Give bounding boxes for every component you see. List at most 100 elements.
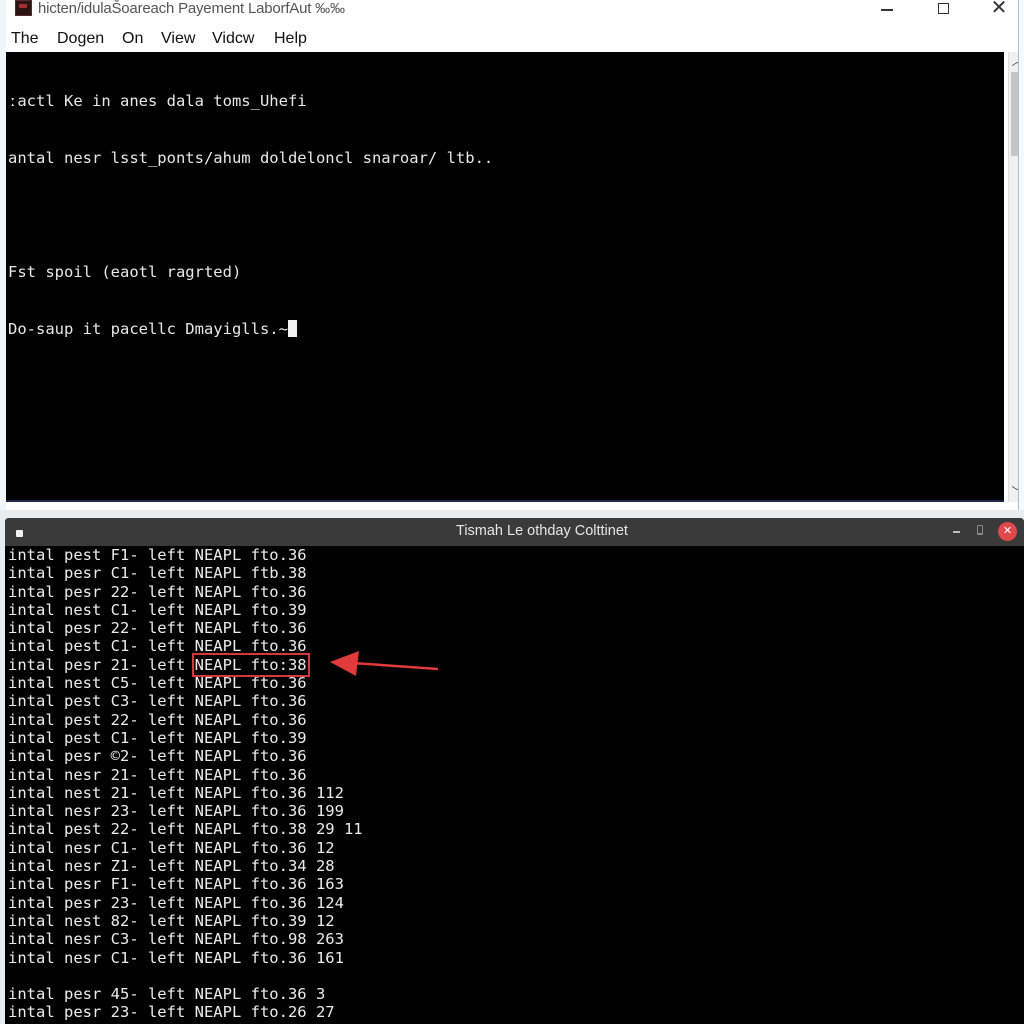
row-prefix: intal pest C1- left [8, 637, 195, 656]
close-icon[interactable]: ✕ [998, 522, 1017, 541]
row-value: NEAPL fto.36 [194, 893, 307, 912]
row-value: NEAPL fto.36 [194, 948, 307, 967]
terminal-row: intal pesr 45- left NEAPL fto.36 3 [8, 985, 1024, 1003]
terminal-row: intal pest 22- left NEAPL fto.36 [8, 711, 1024, 729]
row-count: 112 [306, 783, 344, 802]
row-value: NEAPL fto.36 [194, 838, 307, 857]
highlighted-value: NEAPL fto:38 [191, 652, 310, 677]
arrow-shaft [352, 661, 439, 671]
row-value: NEAPL fto.36 [194, 747, 307, 766]
row-value: NEAPL fto.36 [194, 710, 307, 729]
row-prefix: intal nesr Z1- left [8, 857, 195, 876]
row-value: NEAPL fto.36 [194, 637, 307, 656]
row-value: NEAPL fto.36 [194, 619, 307, 638]
row-count: 161 [306, 948, 344, 967]
row-value: NEAPL fto.36 [194, 765, 307, 784]
terminal-row: intal nest 82- left NEAPL fto.39 12 [8, 912, 1024, 930]
minimize-icon [881, 9, 893, 11]
row-prefix: intal nest C1- left [8, 600, 195, 619]
row-prefix: intal nesr 21- left [8, 765, 195, 784]
row-prefix: intal nesr C1- left [8, 948, 195, 967]
console-output[interactable]: ːactl Ke in anes dala toms_Uhefi antal n… [6, 52, 1004, 502]
terminal-row: intal pesr 22- left NEAPL fto.36 [8, 619, 1024, 637]
row-count: 263 [306, 930, 344, 949]
row-count: 199 [306, 802, 344, 821]
row-prefix: intal pesr 23- left [8, 893, 195, 912]
menu-item-dogen[interactable]: Dogen [57, 30, 104, 48]
row-prefix: intal pesr C1- left [8, 564, 195, 583]
minimize-icon[interactable] [953, 531, 960, 533]
row-count: 12 [306, 911, 335, 930]
row-prefix: intal nest 82- left [8, 911, 195, 930]
row-value: NEAPL fto.36 [194, 875, 307, 894]
row-value: NEAPL fto.36 [194, 546, 307, 564]
menu-item-vidcw[interactable]: Vidcw [212, 30, 254, 48]
title-bar[interactable]: Tismah Le othday Colttinet ✕ [5, 518, 1024, 546]
row-prefix: intal pest C3- left [8, 692, 195, 711]
row-prefix: intal nesr C1- left [8, 838, 195, 857]
row-value: NEAPL fto.38 [194, 820, 307, 839]
row-prefix: intal pest 22- left [8, 820, 195, 839]
terminal-row: intal nesr C3- left NEAPL fto.98 263 [8, 930, 1024, 948]
row-value: NEAPL fto.39 [194, 728, 307, 747]
row-count: 12 [306, 838, 335, 857]
terminal-row: intal pesr C1- left NEAPL ftb.38 [8, 564, 1024, 582]
terminal-app-icon [15, 0, 32, 16]
terminal-app-icon [16, 530, 23, 537]
red-arrow-icon [330, 651, 439, 676]
row-value: NEAPL fto.36 [194, 692, 307, 711]
top-console-window: hicten/idulaŠoareach Payement LaborfAut … [0, 0, 1024, 510]
row-prefix: intal pesr 45- left [8, 985, 195, 1004]
terminal-row: intal pesr 23- left NEAPL fto.36 124 [8, 894, 1024, 912]
row-count: 29 11 [306, 820, 363, 839]
row-value: NEAPL fto.98 [194, 930, 307, 949]
terminal-row: intal pesr ©2- left NEAPL fto.36 [8, 747, 1024, 765]
row-prefix: intal pesr 21- left [8, 655, 195, 674]
row-value: NEAPL fto.34 [194, 857, 307, 876]
maximize-button[interactable] [920, 0, 966, 19]
row-count: 27 [306, 1003, 335, 1022]
row-prefix: intal pesr F1- left [8, 875, 195, 894]
row-count: 124 [306, 893, 344, 912]
menu-item-on[interactable]: On [122, 30, 143, 48]
terminal-row: intal nesr C1- left NEAPL fto.36 161 [8, 949, 1024, 967]
console-line-text: Do-saup it pacellc Dmayiglls.~ [8, 320, 288, 338]
row-value: NEAPL fto.39 [194, 600, 307, 619]
row-prefix: intal pesr ©2- left [8, 747, 195, 766]
terminal-row: intal nesr Z1- left NEAPL fto.34 28 [8, 857, 1024, 875]
menu-item-view[interactable]: View [161, 30, 195, 48]
row-value: NEAPL fto.36 [194, 802, 307, 821]
window-border [1018, 0, 1024, 510]
row-value: NEAPL fto.39 [194, 911, 307, 930]
arrow-head [330, 651, 359, 676]
terminal-row: intal nesr 21- left NEAPL fto.36 [8, 766, 1024, 784]
terminal-row: intal pest C1- left NEAPL fto.36 [8, 637, 1024, 655]
row-value: NEAPL ftb.38 [194, 564, 307, 583]
terminal-row: intal pesr 21- left NEAPL fto:38 [8, 652, 1024, 677]
row-prefix: intal pest F1- left [8, 546, 195, 564]
terminal-output[interactable]: intal pest F1- left NEAPL fto.36 intal pe… [5, 546, 1024, 1024]
row-count: 28 [306, 857, 335, 876]
terminal-row: intal pest F1- left NEAPL fto.36 [8, 546, 1024, 564]
close-button[interactable]: ✕ [976, 0, 1022, 19]
row-prefix: intal pest C1- left [8, 728, 195, 747]
maximize-icon [937, 2, 949, 14]
menu-item-the[interactable]: The [11, 30, 39, 48]
terminal-row: intal pesr F1- left NEAPL fto.36 163 [8, 875, 1024, 893]
maximize-icon[interactable] [977, 525, 983, 535]
row-prefix: intal pest 22- left [8, 710, 195, 729]
row-prefix: intal nesr C3- left [8, 930, 195, 949]
row-prefix: intal nest 21- left [8, 783, 195, 802]
menu-item-help[interactable]: Help [274, 30, 307, 48]
row-prefix: intal nest C5- left [8, 674, 195, 693]
console-line: Fst spoil (eaotl ragrted) [8, 263, 242, 281]
terminal-row: intal pest 22- left NEAPL fto.38 29 11 [8, 820, 1024, 838]
row-prefix: intal pesr 22- left [8, 619, 195, 638]
terminal-row: intal nesr 23- left NEAPL fto.36 199 [8, 802, 1024, 820]
terminal-row: intal pesr 23- left NEAPL fto.26 27 [8, 1003, 1024, 1021]
minimize-button[interactable] [864, 0, 910, 19]
window-title: Tismah Le othday Colttinet [456, 523, 628, 539]
menu-bar: The Dogen On View Vidcw Help [6, 26, 1024, 52]
